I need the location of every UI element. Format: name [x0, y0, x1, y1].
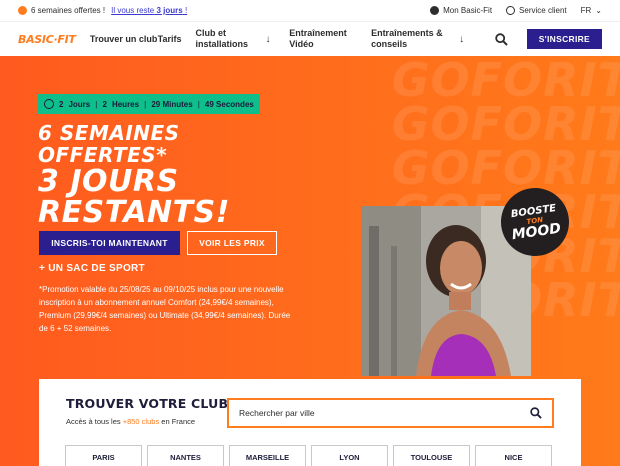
language-label: FR — [580, 6, 592, 15]
subtitle-prefix: Accès à tous les — [66, 417, 123, 426]
arrow-down-icon: ↓ — [459, 33, 465, 45]
search-button[interactable] — [495, 32, 515, 46]
city-shortcuts: PARIS NANTES MARSEILLE LYON TOULOUSE NIC… — [65, 445, 552, 466]
promo-banner[interactable]: 6 semaines offertes ! — [18, 6, 105, 15]
promo-countdown-suffix: ! — [182, 6, 188, 15]
nav-club-installations-label: Club et installations — [195, 28, 249, 49]
city-button-marseille[interactable]: MARSEILLE — [229, 445, 306, 466]
timer-minutes: 29 Minutes — [151, 99, 193, 109]
club-finder-card: TROUVER VOTRE CLUB Accès à tous les +850… — [39, 379, 581, 466]
city-button-nice[interactable]: NICE — [475, 445, 552, 466]
nav-training-tips[interactable]: Entraînements & conseils ↓ — [371, 28, 491, 50]
city-button-nantes[interactable]: NANTES — [147, 445, 224, 466]
clubs-count: +850 clubs — [122, 417, 160, 426]
badge-line-3: MOOD — [510, 220, 562, 243]
account-link[interactable]: Mon Basic-Fit — [430, 6, 492, 15]
promo-countdown-prefix: Il vous reste — [111, 6, 155, 15]
nav-club-installations[interactable]: Club et installations ↓ — [196, 28, 290, 50]
nav-tarifs[interactable]: Tarifs — [158, 34, 196, 45]
city-search-input[interactable] — [239, 408, 530, 418]
clock-icon — [44, 99, 54, 109]
timer-separator: | — [197, 99, 200, 109]
timer-separator: | — [144, 99, 147, 109]
club-finder-subtitle: Accès à tous les +850 clubs en France — [66, 417, 195, 426]
chevron-down-icon: ⌄ — [595, 6, 602, 15]
signup-now-button[interactable]: INSCRIS-TOI MAINTENANT — [39, 231, 180, 255]
promo-text: 6 semaines offertes ! — [31, 6, 106, 15]
sport-bag-bonus: + UN SAC DE SPORT — [39, 263, 145, 274]
city-button-lyon[interactable]: LYON — [311, 445, 388, 466]
watermark-line: GOFORIT — [391, 97, 620, 151]
timer-days-number: 2 — [59, 99, 64, 109]
headline-line-2: OFFERTES* — [38, 143, 168, 167]
main-nav: BASIC·FIT Trouver un club Tarifs Club et… — [0, 22, 620, 56]
headline-line-1: 6 SEMAINES — [38, 121, 180, 145]
service-label: Service client — [519, 6, 567, 15]
arrow-down-icon: ↓ — [265, 33, 271, 45]
club-finder-title: TROUVER VOTRE CLUB — [66, 396, 229, 411]
search-icon[interactable] — [530, 407, 542, 419]
account-label: Mon Basic-Fit — [443, 6, 493, 15]
headline-line-4: RESTANTS! — [38, 195, 230, 230]
city-button-toulouse[interactable]: TOULOUSE — [393, 445, 470, 466]
logo[interactable]: BASIC·FIT — [18, 33, 90, 46]
timer-hours-label: Heures — [111, 99, 140, 109]
help-icon — [506, 6, 516, 15]
timer-days-label: Jours — [68, 99, 91, 109]
search-icon — [495, 32, 508, 46]
subtitle-suffix: en France — [159, 417, 196, 426]
promo-countdown-bold: 3 jours — [156, 6, 183, 15]
nav-find-club[interactable]: Trouver un club — [90, 34, 158, 45]
service-link[interactable]: Service client — [506, 6, 567, 15]
city-button-paris[interactable]: PARIS — [65, 445, 142, 466]
see-prices-button[interactable]: VOIR LES PRIX — [187, 231, 277, 255]
signup-button[interactable]: S'INSCRIRE — [526, 29, 603, 49]
countdown-timer: 2 Jours | 2 Heures | 29 Minutes | 49 Sec… — [38, 94, 260, 114]
headline-line-3: 3 JOURS — [38, 164, 179, 199]
top-bar: 6 semaines offertes ! Il vous reste 3 jo… — [0, 0, 620, 22]
promo-countdown-link[interactable]: Il vous reste 3 jours ! — [111, 6, 187, 15]
hero-banner: GOFORIT GOFORIT GOFORIT GOFORIT GOFORIT … — [0, 56, 620, 466]
watermark-line: GOFORIT — [391, 56, 620, 107]
nav-training-tips-label: Entraînements & conseils — [371, 28, 443, 49]
user-icon — [430, 6, 440, 15]
promo-legal-text: *Promotion valable du 25/08/25 au 09/10/… — [39, 285, 291, 333]
watermark-line: GOFORIT — [391, 141, 620, 195]
nav-video-training[interactable]: Entraînement Vidéo — [289, 28, 371, 50]
timer-separator: | — [95, 99, 98, 109]
language-selector[interactable]: FR ⌄ — [581, 6, 602, 15]
timer-seconds: 49 Secondes — [204, 99, 254, 109]
city-search[interactable] — [227, 398, 554, 428]
hero-headline: 6 SEMAINES OFFERTES* 3 JOURS RESTANTS! — [38, 122, 230, 228]
gift-icon — [18, 6, 27, 15]
timer-hours-number: 2 — [102, 99, 107, 109]
